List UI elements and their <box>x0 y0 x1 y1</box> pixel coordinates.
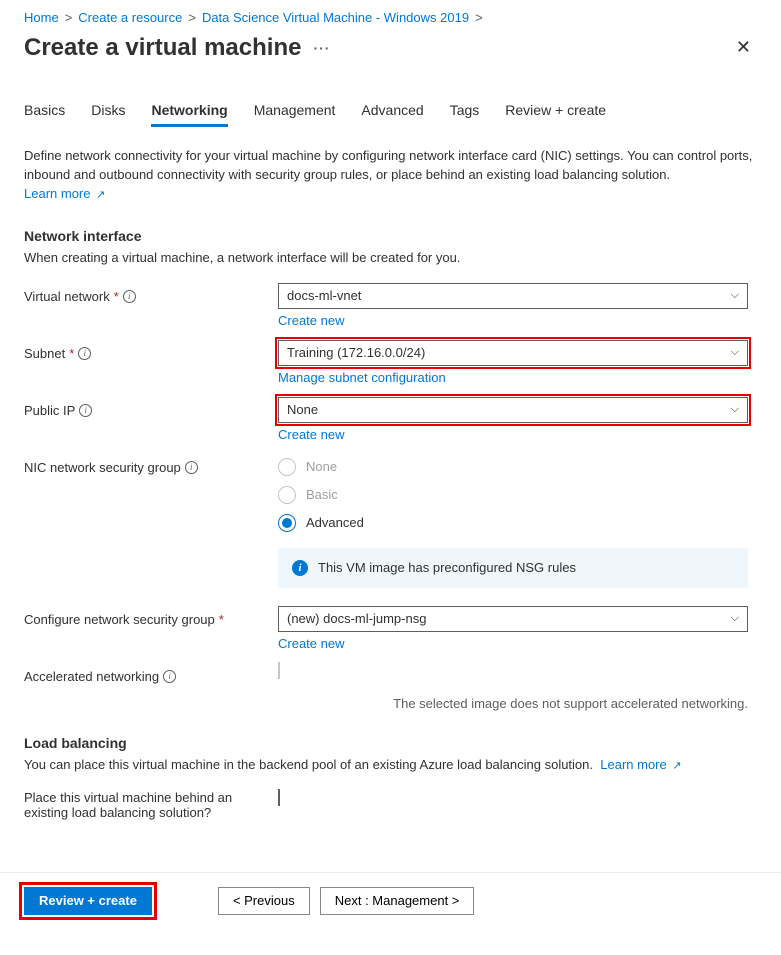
learn-more-label: Learn more <box>24 186 90 201</box>
tabs: Basics Disks Networking Management Advan… <box>0 64 781 127</box>
tab-tags[interactable]: Tags <box>450 96 480 127</box>
chevron-down-icon: ⌵ <box>731 346 739 359</box>
public-ip-select[interactable]: None ⌵ <box>278 397 748 423</box>
chevron-right-icon: > <box>65 10 73 25</box>
section-load-balancing: Load balancing <box>24 735 757 751</box>
close-button[interactable]: ✕ <box>730 31 757 64</box>
chevron-right-icon: > <box>188 10 196 25</box>
nsg-radio-none: None <box>278 458 748 476</box>
nsg-option-none: None <box>306 459 337 474</box>
info-icon[interactable]: i <box>78 347 91 360</box>
previous-button[interactable]: < Previous <box>218 887 310 915</box>
lb-learn-more-label: Learn more <box>600 757 666 772</box>
info-icon[interactable]: i <box>123 290 136 303</box>
subnet-select[interactable]: Training (172.16.0.0/24) ⌵ <box>278 340 748 366</box>
virtual-network-label: Virtual network * i <box>24 283 278 304</box>
virtual-network-value: docs-ml-vnet <box>287 288 361 303</box>
tab-basics[interactable]: Basics <box>24 96 65 127</box>
radio-icon <box>278 458 296 476</box>
page-title-text: Create a virtual machine <box>24 34 301 62</box>
breadcrumb-create-resource[interactable]: Create a resource <box>78 10 182 25</box>
required-icon: * <box>219 612 224 627</box>
nsg-option-advanced: Advanced <box>306 515 364 530</box>
accelerated-helper: The selected image does not support acce… <box>24 696 748 711</box>
tab-advanced[interactable]: Advanced <box>361 96 423 127</box>
nsg-banner-text: This VM image has preconfigured NSG rule… <box>318 560 576 575</box>
nsg-label: NIC network security group i <box>24 454 278 475</box>
page-title: Create a virtual machine ··· <box>24 34 330 62</box>
chevron-down-icon: ⌵ <box>731 289 739 302</box>
info-icon[interactable]: i <box>79 404 92 417</box>
footer: Review + create < Previous Next : Manage… <box>0 872 781 929</box>
tab-management[interactable]: Management <box>254 96 336 127</box>
configure-nsg-create-new[interactable]: Create new <box>278 636 344 651</box>
configure-nsg-select[interactable]: (new) docs-ml-jump-nsg ⌵ <box>278 606 748 632</box>
close-icon: ✕ <box>736 37 751 57</box>
chevron-right-icon: > <box>475 10 483 25</box>
tab-networking[interactable]: Networking <box>151 96 227 127</box>
subnet-label: Subnet * i <box>24 340 278 361</box>
nsg-info-banner: i This VM image has preconfigured NSG ru… <box>278 548 748 588</box>
external-link-icon: ↗ <box>672 760 681 772</box>
nsg-radio-basic: Basic <box>278 486 748 504</box>
configure-nsg-label: Configure network security group * <box>24 606 278 627</box>
nsg-option-basic: Basic <box>306 487 338 502</box>
breadcrumb-home[interactable]: Home <box>24 10 59 25</box>
place-behind-lb-label: Place this virtual machine behind an exi… <box>24 790 278 820</box>
chevron-down-icon: ⌵ <box>731 612 739 625</box>
next-button[interactable]: Next : Management > <box>320 887 475 915</box>
virtual-network-select[interactable]: docs-ml-vnet ⌵ <box>278 283 748 309</box>
breadcrumb: Home > Create a resource > Data Science … <box>0 0 781 25</box>
info-icon[interactable]: i <box>163 670 176 683</box>
public-ip-create-new[interactable]: Create new <box>278 427 344 442</box>
intro-text-body: Define network connectivity for your vir… <box>24 148 752 182</box>
required-icon: * <box>69 346 74 361</box>
load-balancing-learn-more[interactable]: Learn more ↗ <box>600 757 681 772</box>
more-icon[interactable]: ··· <box>313 40 330 56</box>
section-network-interface: Network interface <box>24 228 757 244</box>
external-link-icon: ↗ <box>96 189 105 201</box>
place-behind-lb-checkbox[interactable] <box>278 789 280 806</box>
accelerated-networking-label: Accelerated networking i <box>24 663 278 684</box>
breadcrumb-dsvm[interactable]: Data Science Virtual Machine - Windows 2… <box>202 10 469 25</box>
section-network-interface-desc: When creating a virtual machine, a netwo… <box>24 250 757 265</box>
virtual-network-create-new[interactable]: Create new <box>278 313 344 328</box>
info-icon: i <box>292 560 308 576</box>
nsg-radio-advanced[interactable]: Advanced <box>278 514 748 532</box>
chevron-down-icon: ⌵ <box>731 403 739 416</box>
public-ip-label: Public IP i <box>24 397 278 418</box>
radio-icon <box>278 514 296 532</box>
nsg-radio-group: None Basic Advanced <box>278 454 748 532</box>
accelerated-networking-checkbox <box>278 662 280 679</box>
intro-text: Define network connectivity for your vir… <box>24 147 757 204</box>
public-ip-value: None <box>287 402 318 417</box>
subnet-manage-link[interactable]: Manage subnet configuration <box>278 370 446 385</box>
learn-more-link[interactable]: Learn more ↗ <box>24 186 105 201</box>
subnet-value: Training (172.16.0.0/24) <box>287 345 425 360</box>
load-balancing-desc: You can place this virtual machine in th… <box>24 757 757 772</box>
tab-disks[interactable]: Disks <box>91 96 125 127</box>
required-icon: * <box>114 289 119 304</box>
review-create-button[interactable]: Review + create <box>24 887 152 915</box>
configure-nsg-value: (new) docs-ml-jump-nsg <box>287 611 426 626</box>
info-icon[interactable]: i <box>185 461 198 474</box>
tab-review-create[interactable]: Review + create <box>505 96 606 127</box>
radio-icon <box>278 486 296 504</box>
